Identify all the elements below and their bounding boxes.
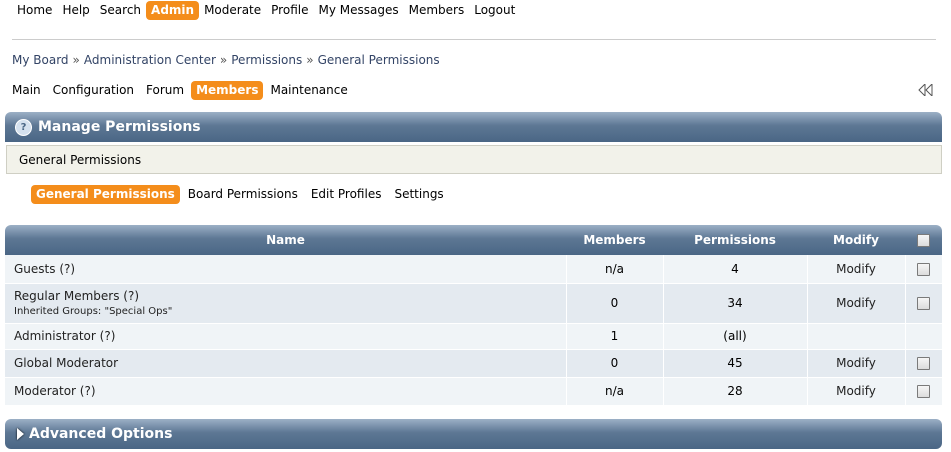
column-header-members: Members [566,225,663,255]
inherited-groups-text: Inherited Groups: "Special Ops" [14,306,173,317]
select-all-checkbox[interactable] [917,234,930,247]
permissions-count: 28 [662,377,807,406]
menu-help[interactable]: Help [57,1,94,20]
members-count: 0 [565,349,663,378]
table-row: Guests (?) n/a 4 Modify [5,255,942,284]
menu-logout[interactable]: Logout [469,1,520,20]
permissions-count: 45 [662,349,807,378]
column-header-modify: Modify [807,225,905,255]
checkbox-cell [904,323,942,350]
modify-link-cell: Modify [806,255,905,284]
breadcrumb-general-permissions[interactable]: General Permissions [318,53,440,67]
table-header-row: Name Members Permissions Modify [5,225,942,255]
breadcrumb: My Board» Administration Center» Permissio… [12,53,440,67]
advanced-options-title[interactable]: Advanced Options [29,426,172,442]
permissions-count: (all) [662,323,807,350]
modify-link-cell [806,323,905,350]
checkbox-cell [904,349,942,378]
table-row: Global Moderator 0 45 Modify [5,349,942,378]
group-name[interactable]: Administrator [14,329,96,343]
breadcrumb-my-board[interactable]: My Board [12,53,69,67]
group-name-cell: Guests (?) [5,255,566,284]
modify-link[interactable]: Modify [836,356,876,370]
top-menu: Home Help Search Admin Moderate Profile … [12,0,520,21]
tab-edit-profiles[interactable]: Edit Profiles [306,185,387,204]
menu-moderate[interactable]: Moderate [199,1,266,20]
members-count: 0 [565,283,663,324]
modify-link[interactable]: Modify [836,384,876,398]
permissions-table: Name Members Permissions Modify Guests (… [5,225,942,406]
group-help-link[interactable]: (?) [100,329,116,343]
checkbox-cell [904,377,942,406]
group-name-cell: Moderator (?) [5,377,566,406]
admin-menu-configuration[interactable]: Configuration [48,81,139,100]
members-count: n/a [565,377,663,406]
admin-menu-main[interactable]: Main [7,81,46,100]
permissions-count: 4 [662,255,807,284]
menu-home[interactable]: Home [12,1,57,20]
group-name[interactable]: Global Moderator [14,356,118,370]
help-icon[interactable]: ? [15,118,32,136]
advanced-options-header[interactable]: Advanced Options [5,419,942,449]
modify-link-cell: Modify [806,377,905,406]
menu-admin[interactable]: Admin [146,1,200,20]
manage-permissions-title: Manage Permissions [38,119,201,135]
column-header-name: Name [5,225,566,255]
divider [12,39,936,40]
menu-search[interactable]: Search [95,1,146,20]
row-checkbox[interactable] [917,385,931,398]
group-help-link[interactable]: (?) [59,262,75,276]
group-name-cell: Administrator (?) [5,323,566,350]
description-text: General Permissions [19,152,142,167]
modify-link[interactable]: Modify [836,296,876,310]
row-checkbox[interactable] [917,357,931,370]
select-all-cell [905,225,942,255]
menu-profile[interactable]: Profile [266,1,313,20]
checkbox-cell [904,255,942,284]
checkbox-cell [904,283,942,324]
admin-menu-forum[interactable]: Forum [141,81,189,100]
table-row: Moderator (?) n/a 28 Modify [5,377,942,406]
group-help-link[interactable]: (?) [123,289,139,303]
description-box: General Permissions [6,145,942,174]
permissions-count: 34 [662,283,807,324]
group-help-link[interactable]: (?) [80,384,96,398]
menu-members[interactable]: Members [404,1,470,20]
manage-permissions-header: ? Manage Permissions [5,112,942,142]
breadcrumb-separator: » [72,53,80,67]
admin-menu-members[interactable]: Members [191,81,264,100]
tab-settings[interactable]: Settings [389,185,448,204]
breadcrumb-separator: » [219,53,228,67]
column-header-permissions: Permissions [663,225,807,255]
table-row: Administrator (?) 1 (all) [5,323,942,350]
group-name-cell: Global Moderator [5,349,566,378]
group-name-cell: Regular Members (?) Inherited Groups: "S… [5,283,566,324]
collapse-sidebar-icon[interactable] [917,84,935,96]
row-checkbox[interactable] [917,297,931,310]
breadcrumb-permissions[interactable]: Permissions [231,53,302,67]
breadcrumb-separator: » [306,53,314,67]
admin-menu: Main Configuration Forum Members Mainten… [7,81,355,100]
group-name[interactable]: Regular Members [14,289,119,303]
admin-menu-maintenance[interactable]: Maintenance [265,81,352,100]
members-count: 1 [565,323,663,350]
menu-my-messages[interactable]: My Messages [313,1,403,20]
breadcrumb-admin-center[interactable]: Administration Center [84,53,216,67]
permissions-submenu: General Permissions Board Permissions Ed… [31,185,452,204]
members-count: n/a [565,255,663,284]
row-checkbox[interactable] [917,262,931,276]
tab-general-permissions[interactable]: General Permissions [31,185,180,204]
group-name[interactable]: Moderator [14,384,76,398]
table-row: Regular Members (?) Inherited Groups: "S… [5,283,942,324]
tab-board-permissions[interactable]: Board Permissions [183,185,303,204]
modify-link[interactable]: Modify [836,262,876,276]
modify-link-cell: Modify [806,283,905,324]
modify-link-cell: Modify [806,349,905,378]
group-name[interactable]: Guests [14,262,56,276]
expand-triangle-icon[interactable] [17,428,24,440]
